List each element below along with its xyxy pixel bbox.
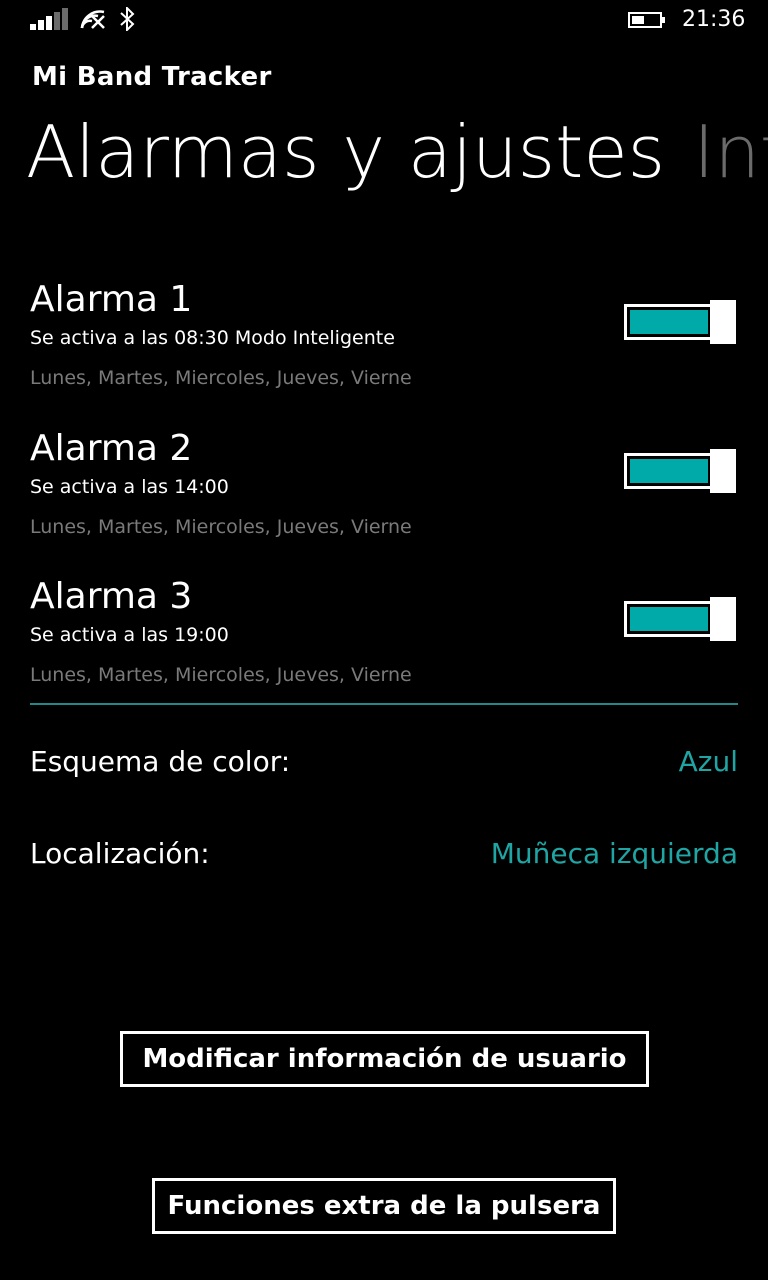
pivot-header: Alarmas y ajustes Inf	[26, 104, 768, 200]
setting-label: Localización:	[30, 837, 210, 870]
alarm-days: Lunes, Martes, Miercoles, Jueves, Vierne	[30, 367, 412, 389]
toggle-thumb[interactable]	[710, 597, 736, 641]
alarm-days: Lunes, Martes, Miercoles, Jueves, Vierne	[30, 664, 412, 686]
toggle-fill	[630, 459, 708, 483]
pivot-item-alarmas[interactable]: Alarmas y ajustes	[26, 110, 665, 194]
wifi-icon	[80, 10, 105, 29]
setting-location[interactable]: Localización: Muñeca izquierda	[30, 834, 738, 874]
alarm-name: Alarma 2	[30, 428, 193, 469]
toggle-thumb[interactable]	[710, 449, 736, 493]
alarm-name: Alarma 1	[30, 279, 193, 320]
alarm-time: Se activa a las 14:00	[30, 476, 229, 498]
edit-user-info-button[interactable]: Modificar información de usuario	[120, 1031, 649, 1087]
alarm-item-1[interactable]: Alarma 1 Se activa a las 08:30 Modo Inte…	[30, 278, 738, 408]
alarm-item-2[interactable]: Alarma 2 Se activa a las 14:00 Lunes, Ma…	[30, 427, 738, 557]
bluetooth-icon	[120, 7, 135, 31]
alarm-days: Lunes, Martes, Miercoles, Jueves, Vierne	[30, 516, 412, 538]
pivot-item-next[interactable]: Inf	[693, 110, 768, 194]
alarm-toggle[interactable]	[624, 597, 736, 641]
battery-icon	[628, 12, 665, 28]
extra-functions-button[interactable]: Funciones extra de la pulsera	[152, 1178, 616, 1234]
location-value[interactable]: Muñeca izquierda	[491, 834, 738, 874]
color-scheme-value[interactable]: Azul	[679, 742, 738, 782]
toggle-thumb[interactable]	[710, 300, 736, 344]
toggle-fill	[630, 607, 708, 631]
status-bar: 21:36	[0, 0, 768, 40]
alarm-time: Se activa a las 08:30 Modo Inteligente	[30, 327, 395, 349]
setting-label: Esquema de color:	[30, 745, 291, 778]
toggle-fill	[630, 310, 708, 334]
app-title: Mi Band Tracker	[32, 62, 272, 92]
alarm-name: Alarma 3	[30, 576, 193, 617]
alarm-toggle[interactable]	[624, 300, 736, 344]
setting-color-scheme[interactable]: Esquema de color: Azul	[30, 742, 738, 782]
alarm-toggle[interactable]	[624, 449, 736, 493]
alarm-item-3[interactable]: Alarma 3 Se activa a las 19:00 Lunes, Ma…	[30, 575, 738, 705]
signal-icon	[30, 8, 68, 30]
alarm-time: Se activa a las 19:00	[30, 624, 229, 646]
divider	[30, 703, 738, 705]
clock: 21:36	[682, 7, 746, 32]
